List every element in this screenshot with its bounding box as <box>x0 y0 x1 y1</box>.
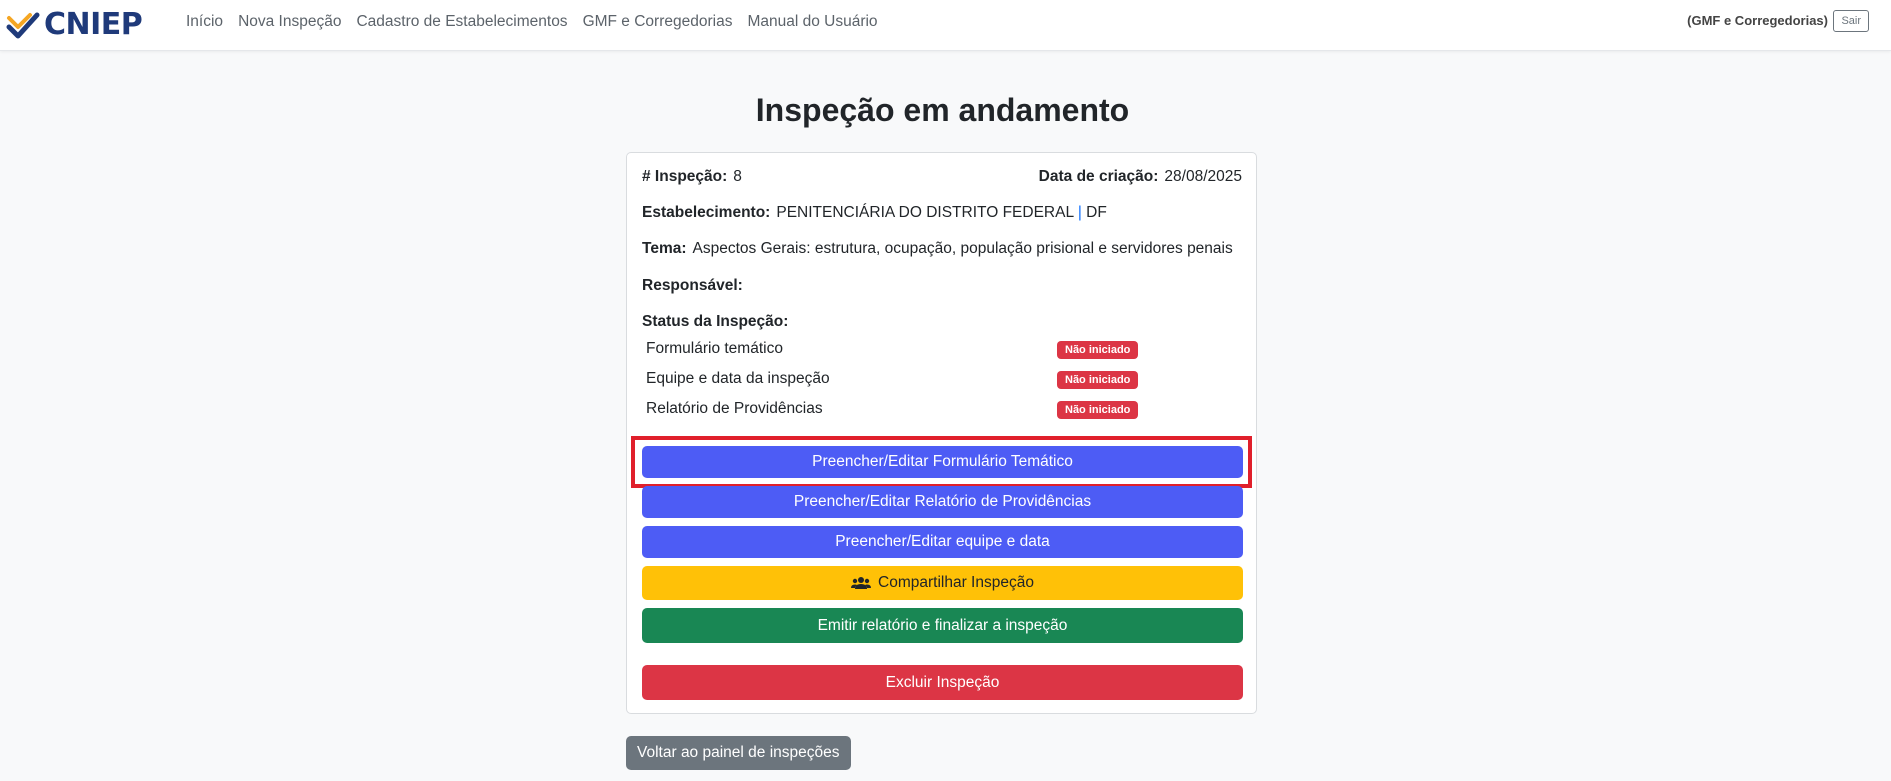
establishment-uf: DF <box>1086 204 1107 221</box>
created-date-row: Data de criação: 28/08/2025 <box>1039 168 1242 186</box>
responsible-row: Responsável: <box>642 277 749 295</box>
status-heading: Status da Inspeção: <box>642 313 794 331</box>
nav-link-manual[interactable]: Manual do Usuário <box>747 12 877 32</box>
edit-form-button[interactable]: Preencher/Editar Formulário Temático <box>642 446 1243 478</box>
responsible-label: Responsável: <box>642 277 743 294</box>
establishment-value: PENITENCIÁRIA DO DISTRITO FEDERAL <box>776 204 1074 221</box>
logout-button[interactable]: Sair <box>1833 10 1869 32</box>
top-navbar: CNIEP Início Nova Inspeção Cadastro de E… <box>0 0 1891 51</box>
users-icon <box>851 577 872 589</box>
check-logo-icon <box>6 12 40 39</box>
status-badge: Não iniciado <box>1057 371 1139 389</box>
inspection-id-row: # Inspeção: 8 <box>642 168 742 186</box>
establishment-row: Estabelecimento: PENITENCIÁRIA DO DISTRIT… <box>642 204 1107 222</box>
status-item-report: Relatório de Providências <box>646 400 823 417</box>
nav-link-cadastro[interactable]: Cadastro de Estabelecimentos <box>356 12 567 32</box>
establishment-separator: | <box>1077 204 1082 221</box>
status-label: Status da Inspeção: <box>642 313 789 330</box>
status-badge: Não iniciado <box>1057 341 1139 359</box>
page-title: Inspeção em andamento <box>755 92 1130 128</box>
share-button[interactable]: Compartilhar Inspeção <box>642 566 1243 600</box>
finalize-button[interactable]: Emitir relatório e finalizar a inspeção <box>642 608 1243 643</box>
status-item-team: Equipe e data da inspeção <box>646 370 830 387</box>
nav-link-gmf[interactable]: GMF e Corregedorias <box>583 12 733 32</box>
theme-value: Aspectos Gerais: estrutura, ocupação, po… <box>692 240 1233 257</box>
establishment-label: Estabelecimento: <box>642 204 771 221</box>
inspection-card: # Inspeção: 8 Data de criação: 28/08/2025 … <box>626 152 1257 714</box>
edit-team-button[interactable]: Preencher/Editar equipe e data <box>642 526 1243 558</box>
brand-logo[interactable]: CNIEP <box>6 6 143 42</box>
nav-link-nova-inspecao[interactable]: Nova Inspeção <box>238 12 341 32</box>
theme-row: Tema: Aspectos Gerais: estrutura, ocupaçã… <box>642 240 1233 258</box>
created-date-value: 28/08/2025 <box>1164 168 1242 185</box>
nav-links: Início Nova Inspeção Cadastro de Estabel… <box>186 12 893 32</box>
back-to-panel-button[interactable]: Voltar ao painel de inspeções <box>626 736 851 770</box>
user-label: (GMF e Corregedorias) <box>1687 13 1828 28</box>
nav-link-inicio[interactable]: Início <box>186 12 223 32</box>
share-button-label: Compartilhar Inspeção <box>878 574 1034 591</box>
edit-report-button[interactable]: Preencher/Editar Relatório de Providênci… <box>642 486 1243 518</box>
brand-name: CNIEP <box>44 6 143 42</box>
status-item-form: Formulário temático <box>646 340 783 357</box>
inspection-id-value: 8 <box>733 168 742 185</box>
status-badge: Não iniciado <box>1057 401 1139 419</box>
theme-label: Tema: <box>642 240 687 257</box>
created-date-label: Data de criação: <box>1038 168 1159 185</box>
inspection-id-label: # Inspeção: <box>642 168 728 185</box>
delete-button[interactable]: Excluir Inspeção <box>642 665 1243 700</box>
